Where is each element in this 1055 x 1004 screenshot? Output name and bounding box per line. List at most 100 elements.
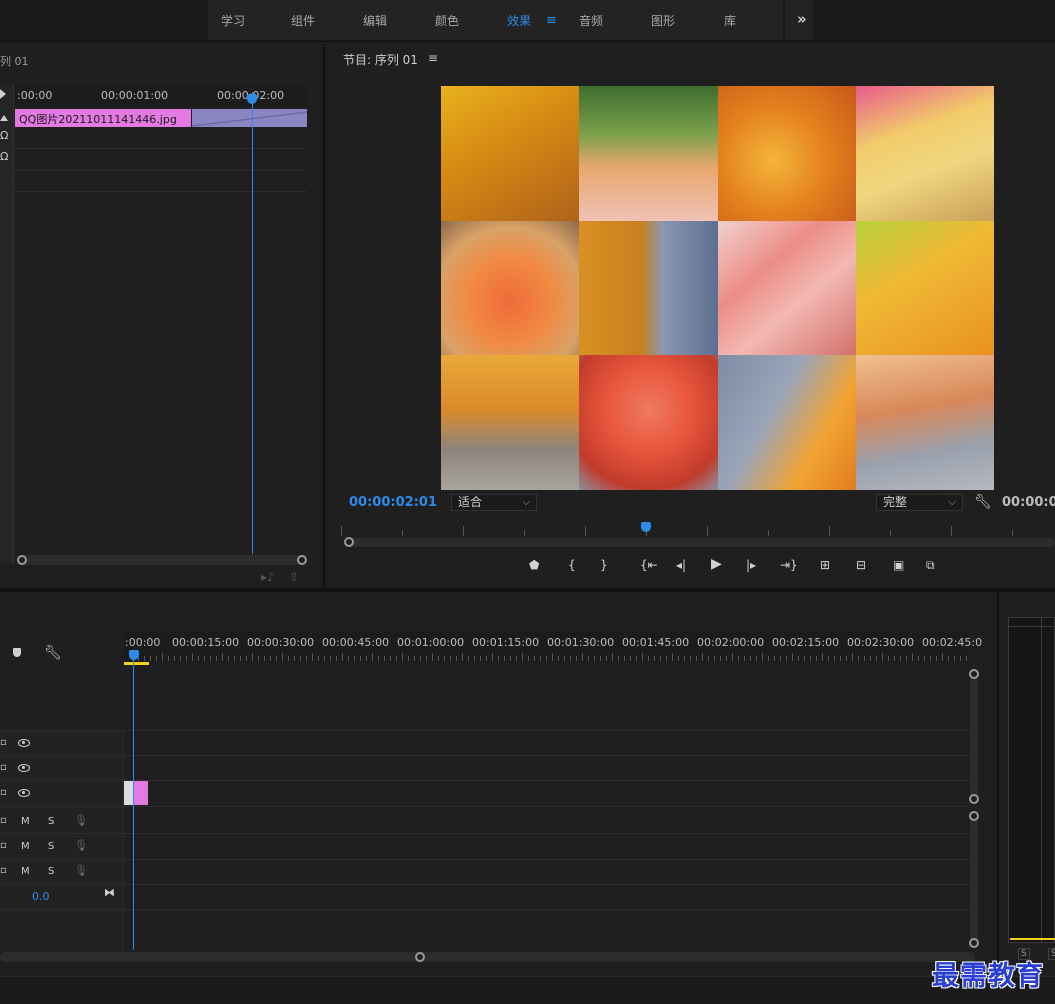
go-to-in-icon[interactable]: {⇤ (640, 558, 658, 572)
master-volume-value[interactable]: 0.0 (32, 890, 50, 903)
ruler-tick (720, 656, 721, 661)
add-marker-icon[interactable]: ⬟ (529, 558, 539, 572)
ruler-tick (498, 656, 499, 661)
double-chevron-right-icon[interactable]: » (797, 10, 807, 28)
workspace-tab-assembly[interactable]: 组件 (291, 12, 315, 29)
scroll-handle-top[interactable] (969, 669, 979, 679)
mute-track-button[interactable]: M (21, 816, 30, 827)
ruler-tick (828, 656, 829, 661)
comparison-view-icon[interactable]: ⧉ (926, 558, 935, 573)
sync-lock-icon[interactable]: ▫ (0, 815, 7, 826)
link-icon[interactable]: Ω (0, 150, 8, 163)
toggle-track-output-eye-icon[interactable] (18, 789, 30, 797)
work-area-bar[interactable] (124, 662, 149, 665)
workspace-tab-audio[interactable]: 音频 (579, 12, 603, 29)
sync-lock-icon[interactable]: ▫ (0, 737, 7, 748)
export-icon[interactable]: ⇪ (289, 570, 299, 584)
camera-icon[interactable]: ▣ (893, 558, 904, 572)
master-track-bowtie-icon[interactable]: ⧓ (104, 886, 115, 899)
scroll-handle-bottom[interactable] (969, 794, 979, 804)
up-arrow-icon[interactable] (0, 115, 8, 121)
panel-menu-icon[interactable]: ≡ (428, 51, 438, 65)
scroll-handle-top[interactable] (969, 811, 979, 821)
sync-lock-icon[interactable]: ▫ (0, 787, 7, 798)
step-forward-icon[interactable]: |▸ (746, 558, 756, 572)
program-current-timecode[interactable]: 00:00:02:01 (349, 495, 437, 510)
solo-track-button[interactable]: S (48, 841, 54, 852)
workspace-menu-icon[interactable]: ≡ (546, 13, 557, 28)
sync-lock-icon[interactable]: ▫ (0, 762, 7, 773)
ruler-tick (210, 656, 211, 661)
play-icon[interactable]: ▶ (711, 556, 722, 572)
program-monitor-title[interactable]: 节目: 序列 01 (343, 51, 418, 68)
video-tile (579, 86, 718, 221)
workspace-tab-color[interactable]: 颜色 (435, 12, 459, 29)
ruler-tick (912, 653, 913, 661)
mute-track-button[interactable]: M (21, 866, 30, 877)
video-tile (717, 220, 856, 356)
ruler-tick (264, 656, 265, 661)
add-marker-icon[interactable] (13, 648, 21, 657)
timeline-playhead-handle[interactable] (129, 650, 139, 660)
toggle-track-output-eye-icon[interactable] (18, 764, 30, 772)
mute-track-button[interactable]: M (21, 841, 30, 852)
voice-over-mic-icon[interactable]: 🎙︎ (74, 839, 88, 852)
solo-track-button[interactable]: S (48, 866, 54, 877)
ruler-tick (660, 656, 661, 661)
play-triangle-icon[interactable] (0, 89, 6, 99)
settings-wrench-icon[interactable]: 🔧︎ (974, 494, 992, 510)
ruler-tick (444, 656, 445, 661)
sync-lock-icon[interactable]: ▫ (0, 865, 7, 876)
insert-audio-icon[interactable]: ▸♪ (261, 570, 275, 584)
scroll-handle-right[interactable] (297, 555, 307, 565)
workspace-tab-learn[interactable]: 学习 (221, 12, 245, 29)
scroll-handle-bottom[interactable] (969, 938, 979, 948)
scroll-handle-left[interactable] (17, 555, 27, 565)
workspace-bar: 学习 组件 编辑 颜色 效果 音频 图形 库 ≡ » (0, 0, 1055, 42)
timeline-playhead[interactable] (133, 650, 134, 950)
timeline-clip-transition[interactable] (124, 781, 133, 805)
workspace-tab-effects[interactable]: 效果 (507, 12, 531, 29)
ruler-tick (546, 656, 547, 661)
video-tracks-vertical-scrollbar[interactable] (970, 672, 978, 800)
workspace-tab-editing[interactable]: 编辑 (363, 12, 387, 29)
source-panel-title[interactable]: 列 01 (0, 53, 29, 69)
timeline-horizontal-scrollbar[interactable] (0, 952, 975, 962)
source-horizontal-scrollbar[interactable] (18, 555, 306, 565)
mark-out-icon[interactable]: } (600, 558, 608, 572)
voice-over-mic-icon[interactable]: 🎙︎ (74, 814, 88, 827)
lift-icon[interactable]: ⊞ (820, 558, 830, 572)
meter-solo-button[interactable]: S (1048, 948, 1055, 960)
go-to-out-icon[interactable]: ⇥} (780, 558, 798, 572)
sync-lock-icon[interactable]: ▫ (0, 840, 7, 851)
timeline-settings-wrench-icon[interactable]: 🔧︎ (44, 645, 62, 661)
solo-track-button[interactable]: S (48, 816, 54, 827)
workspace-tab-graphics[interactable]: 图形 (651, 12, 675, 29)
extract-icon[interactable]: ⊟ (856, 558, 866, 572)
voice-over-mic-icon[interactable]: 🎙︎ (74, 864, 88, 877)
toggle-track-output-eye-icon[interactable] (18, 739, 30, 747)
program-zoom-scrollbar[interactable] (345, 538, 1055, 547)
source-clip[interactable]: QQ图片20211011141446.jpg (15, 109, 191, 127)
ruler-tick (684, 656, 685, 661)
ruler-tick (888, 656, 889, 661)
ruler-tick (222, 653, 223, 661)
ruler-tick (792, 653, 793, 661)
workspace-tab-libraries[interactable]: 库 (724, 12, 736, 29)
audio-tracks-vertical-scrollbar[interactable] (970, 814, 978, 944)
scroll-handle-left[interactable] (344, 537, 354, 547)
program-playhead-handle[interactable] (641, 522, 651, 532)
link-icon[interactable]: Ω (0, 129, 8, 142)
ruler-tick (341, 526, 342, 536)
mark-in-icon[interactable]: { (568, 558, 576, 572)
playback-resolution-select[interactable]: 完整 ⌵ (876, 494, 963, 511)
source-playhead-handle[interactable] (247, 94, 257, 104)
ruler-tick (192, 653, 193, 661)
ruler-tick (894, 656, 895, 661)
step-back-icon[interactable]: ◂| (676, 558, 686, 572)
scroll-handle-right[interactable] (415, 952, 425, 962)
zoom-level-select[interactable]: 适合 ⌵ (451, 494, 537, 511)
source-clip-extension[interactable] (192, 109, 307, 127)
program-time-ruler[interactable] (341, 522, 1055, 538)
source-playhead[interactable] (252, 92, 253, 554)
